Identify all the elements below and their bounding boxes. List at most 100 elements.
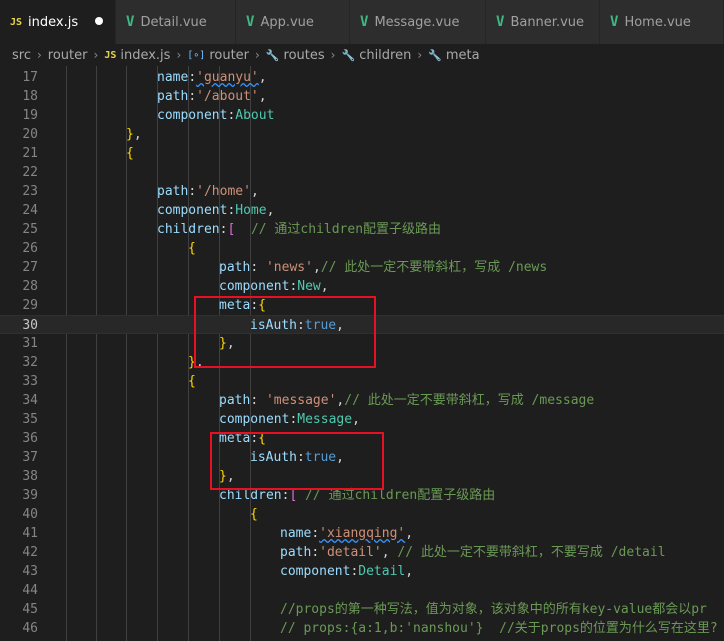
breadcrumb-item-routes[interactable]: 🔧 routes (266, 48, 325, 63)
breadcrumb-item-meta[interactable]: 🔧 meta (428, 48, 479, 63)
code-line-26[interactable]: 26 { (0, 239, 724, 258)
tab-label: Home.vue (624, 14, 691, 30)
line-number: 42 (22, 545, 38, 560)
line-number: 40 (22, 507, 38, 522)
breadcrumb-label: src (12, 47, 31, 63)
breadcrumb-label: children (359, 47, 412, 63)
code-text: component:New, (219, 279, 329, 294)
red-highlight-box-meta-news (194, 296, 376, 368)
line-number: 35 (22, 412, 38, 427)
breadcrumb-item-index-js[interactable]: JS index.js (104, 48, 170, 63)
chevron-right-icon: › (417, 48, 423, 62)
code-line-33[interactable]: 33 { (0, 372, 724, 391)
code-text: }, (126, 127, 142, 142)
line-number: 21 (22, 146, 38, 161)
line-number: 43 (22, 564, 38, 579)
tab-app-vue[interactable]: V App.vue (236, 0, 350, 44)
code-line-43[interactable]: 43 component:Detail, (0, 562, 724, 581)
line-number: 27 (22, 260, 38, 275)
tab-index-js[interactable]: JS index.js (0, 0, 116, 44)
line-number: 34 (22, 393, 38, 408)
code-line-40[interactable]: 40 { (0, 505, 724, 524)
code-line-27[interactable]: 27 path: 'news',// 此处一定不要带斜杠，写成 /news (0, 258, 724, 277)
code-line-18[interactable]: 18 path:'/about', (0, 87, 724, 106)
line-number: 24 (22, 203, 38, 218)
code-line-22[interactable]: 22 (0, 163, 724, 182)
code-line-41[interactable]: 41 name:'xiangqing', (0, 524, 724, 543)
breadcrumb-item-src[interactable]: src (12, 48, 31, 63)
code-line-19[interactable]: 19 component:About (0, 106, 724, 125)
tab-banner-vue[interactable]: V Banner.vue (486, 0, 600, 44)
line-number: 44 (22, 583, 38, 598)
property-icon: 🔧 (428, 48, 442, 62)
line-number: 39 (22, 488, 38, 503)
line-number: 30 (22, 318, 38, 333)
code-line-42[interactable]: 42 path:'detail', // 此处一定不要带斜杠，不要写成 /deta… (0, 543, 724, 562)
line-number: 32 (22, 355, 38, 370)
unsaved-changes-dot-icon[interactable] (95, 17, 103, 25)
tab-message-vue[interactable]: V Message.vue (350, 0, 486, 44)
code-line-24[interactable]: 24 component:Home, (0, 201, 724, 220)
code-text: // props:{a:1,b:'nanshou'} //关于props的位置为… (280, 621, 718, 636)
code-text: path:'/about', (157, 89, 267, 104)
code-line-25[interactable]: 25 children:[ // 通过children配置子级路由 (0, 220, 724, 239)
line-number: 38 (22, 469, 38, 484)
breadcrumb-item-children[interactable]: 🔧 children (341, 48, 411, 63)
code-line-35[interactable]: 35 component:Message, (0, 410, 724, 429)
javascript-file-icon: JS (10, 16, 23, 28)
code-text: { (250, 507, 258, 522)
code-line-28[interactable]: 28 component:New, (0, 277, 724, 296)
breadcrumb-label: router (209, 47, 250, 63)
breadcrumb-label: routes (283, 47, 325, 63)
code-text: path: 'message',// 此处一定不要带斜杠，写成 /message (219, 393, 595, 408)
code-text: component:Message, (219, 412, 360, 427)
breadcrumb-item-router[interactable]: router (48, 48, 88, 63)
code-line-45[interactable]: 45 //props的第一种写法，值为对象，该对象中的所有key-value都会以… (0, 600, 724, 619)
vue-file-icon: V (360, 14, 369, 30)
code-line-20[interactable]: 20}, (0, 125, 724, 144)
line-number: 23 (22, 184, 38, 199)
line-number: 37 (22, 450, 38, 465)
line-number: 22 (22, 165, 38, 180)
code-line-21[interactable]: 21 { (0, 144, 724, 163)
line-number: 17 (22, 70, 38, 85)
red-highlight-box-meta-message (210, 432, 384, 490)
line-number: 36 (22, 431, 38, 446)
vue-file-icon: V (610, 14, 619, 30)
tab-home-vue[interactable]: V Home.vue (600, 0, 724, 44)
code-text: { (126, 146, 134, 161)
code-text: component:Home, (157, 203, 275, 218)
line-number: 29 (22, 298, 38, 313)
breadcrumb-label: meta (445, 47, 480, 63)
line-number: 20 (22, 127, 38, 142)
code-text: path: 'news',// 此处一定不要带斜杠，写成 /news (219, 260, 548, 275)
code-text: path:'detail', // 此处一定不要带斜杠，不要写成 /detail (280, 545, 666, 560)
code-line-46[interactable]: 46 // props:{a:1,b:'nanshou'} //关于props的位… (0, 619, 724, 638)
code-text: { (188, 241, 196, 256)
line-number: 46 (22, 621, 38, 636)
vue-file-icon: V (126, 14, 135, 30)
vue-file-icon: V (246, 14, 255, 30)
chevron-right-icon: › (36, 48, 42, 62)
breadcrumb-label: router (47, 47, 88, 63)
code-text: //props的第一种写法，值为对象，该对象中的所有key-value都会以pr (280, 602, 707, 617)
line-number: 25 (22, 222, 38, 237)
code-line-44[interactable]: 44 (0, 581, 724, 600)
code-line-23[interactable]: 23 path:'/home', (0, 182, 724, 201)
breadcrumb-item-router[interactable]: [∘] router (187, 48, 249, 63)
chevron-right-icon: › (93, 48, 99, 62)
tab-label: App.vue (260, 14, 314, 30)
line-number: 28 (22, 279, 38, 294)
module-icon: [∘] (187, 49, 206, 61)
line-number: 19 (22, 108, 38, 123)
breadcrumb-label: index.js (120, 47, 171, 63)
code-line-17[interactable]: 17 name:'guanyu', (0, 68, 724, 87)
code-line-34[interactable]: 34 path: 'message',// 此处一定不要带斜杠，写成 /messa… (0, 391, 724, 410)
tab-label: Message.vue (374, 14, 460, 30)
tab-detail-vue[interactable]: V Detail.vue (116, 0, 236, 44)
code-text: component:About (157, 108, 275, 123)
line-number: 18 (22, 89, 38, 104)
javascript-file-icon: JS (104, 49, 117, 61)
line-number: 45 (22, 602, 38, 617)
chevron-right-icon: › (255, 48, 260, 62)
